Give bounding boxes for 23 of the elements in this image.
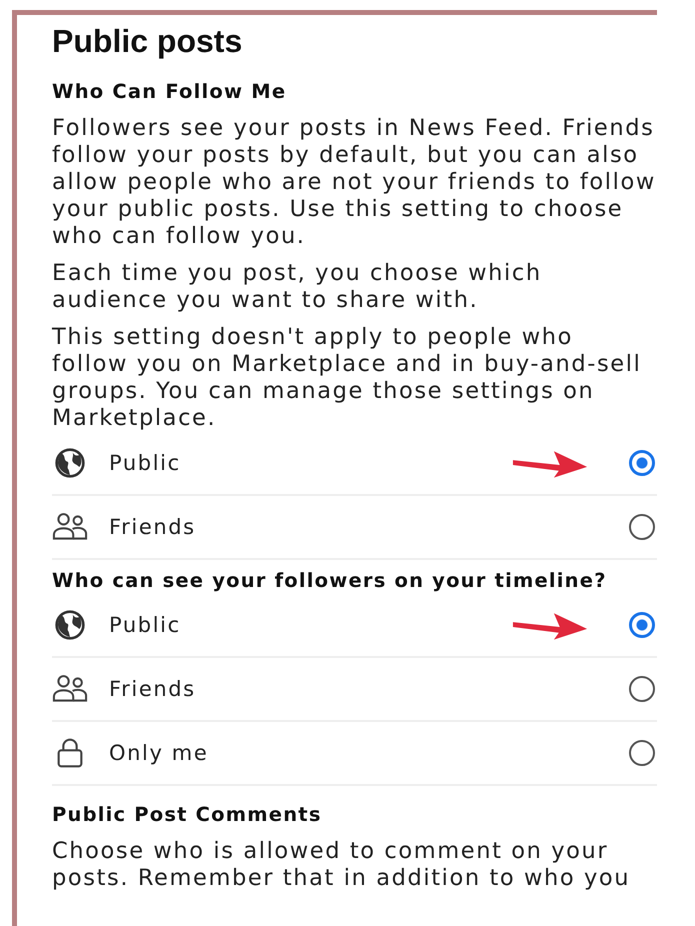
radio-button[interactable] [629,612,655,638]
description-text: Followers see your posts in News Feed. Friends follow your posts by default, but you can also allow people who are not your friends to follow your public posts. Use this setting to choose who can follow you. [52,115,657,250]
section-heading: Who can see your followers on your timeline? [52,568,608,594]
audience-option[interactable]: Public [52,432,657,496]
description-text: This setting doesn't apply to people who follow you on Marketplace and in buy-and-sell groups. You can manage those settings on Marketplace. [52,324,642,432]
option-label: Friends [109,677,197,701]
audience-option[interactable]: Only me [52,722,657,786]
radio-button[interactable] [629,740,655,766]
option-label: Public [109,451,182,475]
audience-option[interactable]: Public [52,594,657,658]
section-heading: Public Post Comments [52,802,323,828]
audience-option[interactable]: Friends [52,496,657,560]
description-text: Each time you post, you choose which audience you want to share with. [52,260,543,314]
section-heading: Who Can Follow Me [52,79,288,105]
radio-button[interactable] [629,450,655,476]
option-label: Only me [109,741,210,765]
radio-button[interactable] [629,676,655,702]
option-label: Public [109,613,182,637]
radio-button[interactable] [629,514,655,540]
page-title: Public posts [52,22,244,61]
audience-option[interactable]: Friends [52,658,657,722]
description-text: Choose who is allowed to comment on your posts. Remember that in addition to who you [52,838,632,892]
option-label: Friends [109,515,197,539]
